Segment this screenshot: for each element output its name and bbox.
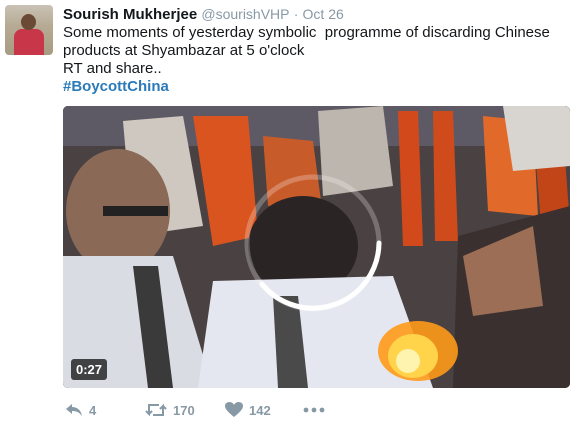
- retweet-icon: [145, 403, 167, 417]
- author-name[interactable]: Sourish Mukherjee: [63, 6, 197, 23]
- avatar[interactable]: [5, 5, 53, 55]
- reply-icon: [66, 404, 82, 416]
- video-player[interactable]: 0:27: [63, 106, 570, 388]
- video-duration-badge: 0:27: [71, 359, 108, 380]
- tweet-text-line: Some moments of yesterday symbolic progr…: [63, 24, 550, 41]
- author-handle[interactable]: @sourishVHP: [201, 6, 289, 22]
- separator-dot: ·: [293, 6, 299, 22]
- like-count: 142: [249, 402, 271, 418]
- retweet-count: 170: [173, 402, 195, 418]
- retweet-button[interactable]: 170: [145, 398, 195, 422]
- tweet-timestamp[interactable]: Oct 26: [303, 6, 344, 22]
- heart-icon: [225, 402, 243, 417]
- tweet-text-line: products at Shyambazar at 5 o'clock: [63, 42, 305, 59]
- tweet-actions: 4 170 142: [63, 398, 463, 422]
- more-icon: [303, 407, 325, 413]
- more-button[interactable]: [303, 398, 325, 422]
- reply-count: 4: [89, 402, 97, 418]
- tweet-text: Some moments of yesterday symbolic progr…: [63, 24, 563, 78]
- tweet-text-line: RT and share..: [63, 60, 162, 77]
- tweet-header: Sourish Mukherjee @sourishVHP · Oct 26: [63, 4, 344, 24]
- like-button[interactable]: 142: [225, 398, 271, 422]
- loading-spinner-icon: [244, 174, 382, 312]
- reply-button[interactable]: 4: [65, 398, 96, 422]
- hashtag-link[interactable]: #BoycottChina: [63, 78, 169, 96]
